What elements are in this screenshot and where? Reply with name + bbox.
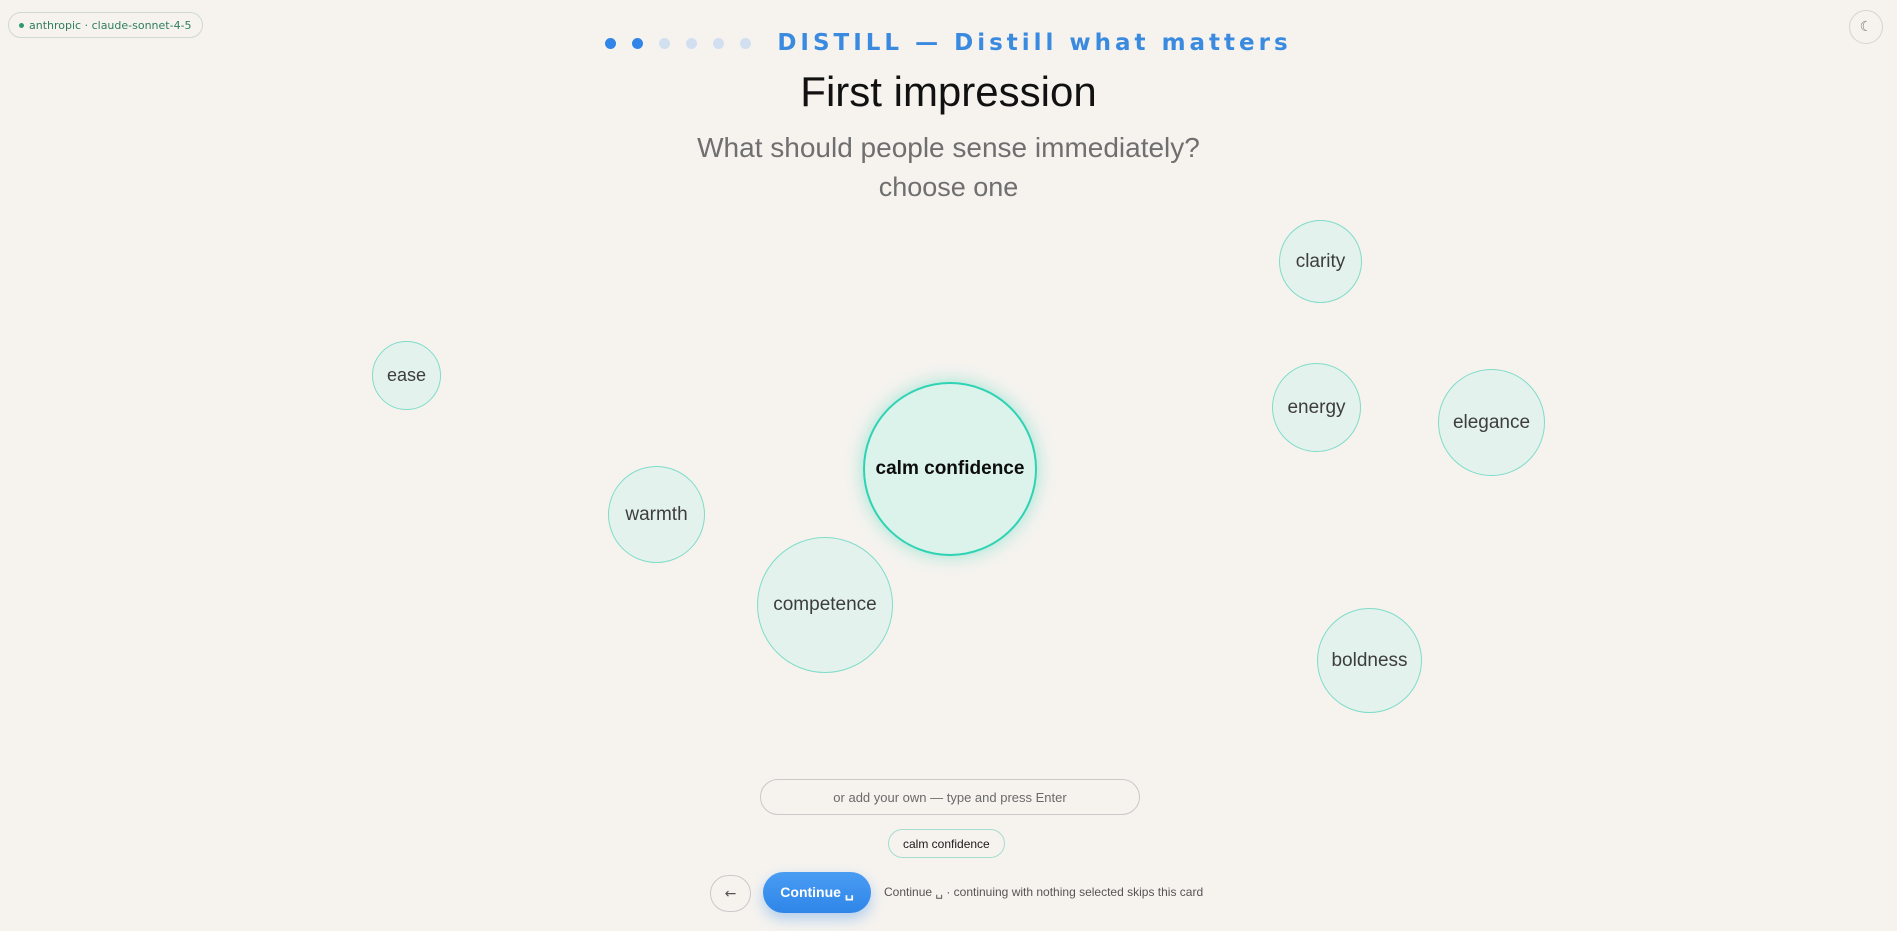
bubble-boldness[interactable]: boldness (1317, 608, 1422, 713)
bubble-label: ease (386, 365, 427, 385)
bubble-label: energy (1287, 396, 1346, 418)
bubble-calm-confidence[interactable]: calm confidence (863, 382, 1037, 556)
custom-option-input[interactable] (760, 779, 1140, 815)
bubble-label: boldness (1331, 649, 1408, 671)
progress-dot (686, 37, 698, 49)
chip-label: calm confidence (903, 836, 990, 851)
selected-chip[interactable]: calm confidence (888, 829, 1005, 858)
progress-dot (632, 37, 644, 49)
progress-dot (740, 37, 752, 49)
bubble-label: warmth (625, 503, 688, 525)
progress-dot (659, 37, 671, 49)
progress-dot (605, 37, 617, 49)
bubble-clarity[interactable]: clarity (1279, 220, 1362, 303)
page: anthropic · claude-sonnet-4-5 ☾ DISTILL … (0, 0, 1897, 931)
continue-button[interactable]: Continue ␣ (763, 872, 871, 913)
header: DISTILL — Distill what matters (0, 30, 1897, 56)
bubble-ease[interactable]: ease (372, 341, 441, 410)
page-title: First impression (800, 68, 1097, 115)
bubble-label: competence (773, 594, 877, 615)
bubble-warmth[interactable]: warmth (608, 466, 705, 563)
bubble-label: calm confidence (875, 458, 1025, 479)
continue-note: Continue ␣ · continuing with nothing sel… (884, 885, 1204, 899)
progress-indicator (605, 37, 752, 49)
bubble-energy[interactable]: energy (1272, 363, 1361, 452)
brand-title: DISTILL — Distill what matters (777, 30, 1292, 56)
back-button[interactable]: ← (710, 875, 751, 912)
bubble-label: elegance (1452, 411, 1531, 433)
progress-dot (713, 37, 725, 49)
status-dot-icon (19, 22, 24, 28)
bubble-elegance[interactable]: elegance (1438, 369, 1545, 476)
bubble-label: clarity (1295, 250, 1346, 272)
selection-hint: choose one (878, 172, 1019, 202)
bubble-competence[interactable]: competence (757, 537, 893, 673)
question-subtitle: What should people sense immediately? (697, 132, 1200, 163)
arrow-left-icon: ← (724, 885, 737, 902)
